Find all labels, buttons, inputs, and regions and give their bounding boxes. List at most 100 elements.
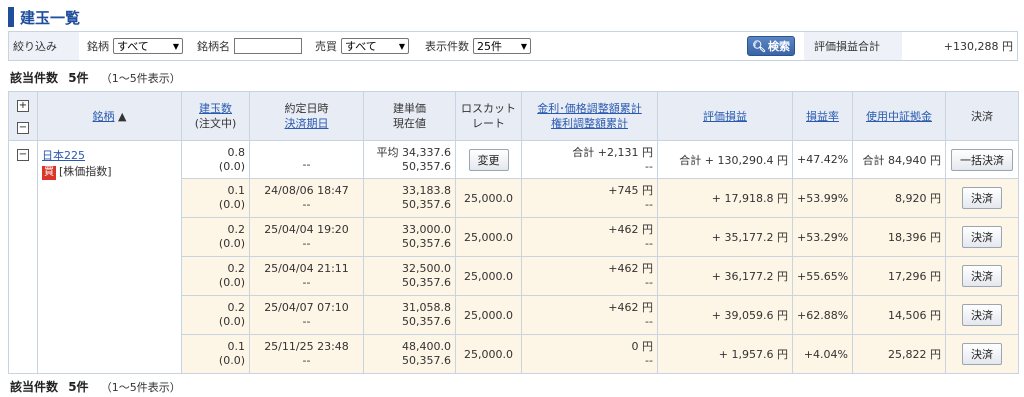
row-settle-cell: 決済 [945,334,1019,374]
count-label: 該当件数 [10,71,59,85]
display-count-filter: 表示件数 25件 ▼ [425,32,531,60]
row-price: 32,500.0 50,357.6 [363,256,456,296]
search-button-label: 検索 [767,40,790,53]
current-price: 50,357.6 [402,354,451,367]
trade-date: 24/08/06 18:47 [264,184,349,197]
display-count-select[interactable]: 25件 ▼ [473,38,531,54]
due-date: -- [302,198,311,211]
row-qty: 0.2 (0.0) [181,295,250,335]
row-pl: + 35,177.2 円 [657,217,793,257]
settle-button[interactable]: 決済 [962,265,1002,287]
adj-value: +745 円 [608,184,653,197]
summary-plrate: +47.42% [792,140,853,179]
sort-pl-link[interactable]: 評価損益 [703,110,747,123]
brand-select[interactable]: すべて ▼ [113,38,183,54]
sort-due-link[interactable]: 決済期日 [285,117,329,130]
header-qty-sub: (注文中) [194,117,237,130]
sort-rights-link[interactable]: 権利調整額累計 [551,117,628,130]
row-date: 25/04/04 21:11 -- [249,256,364,296]
current-price: 50,357.6 [402,276,451,289]
current-price: 50,357.6 [402,315,451,328]
row-plrate: +62.88% [792,295,853,335]
row-plrate: +4.04% [792,334,853,374]
collapse-all-icon[interactable]: − [17,122,29,134]
sort-brand-link[interactable]: 銘柄 [93,110,115,123]
qty-pending: (0.0) [218,237,245,250]
qty-pending: (0.0) [218,198,245,211]
qty-value: 0.2 [227,223,246,236]
total-pl-label: 評価損益合計 [804,32,902,60]
result-count-top: 該当件数 5件 （1～5件表示） [10,69,181,86]
row-pl: + 39,059.6 円 [657,295,793,335]
sort-up-icon: ▲ [118,109,127,123]
collapse-icon[interactable]: − [17,149,29,161]
search-area: 🔍︎ 検索 [747,32,795,60]
summary-price: 平均 34,337.6 50,357.6 [363,140,456,179]
brand-name-filter: 銘柄名 [197,32,302,60]
count-value: 5件 [68,380,89,394]
settle-button[interactable]: 決済 [962,187,1002,209]
rights-value: -- [645,354,653,367]
qty-value: 0.2 [227,262,246,275]
row-plrate: +55.65% [792,256,853,296]
row-date: 25/11/25 23:48 -- [249,334,364,374]
header-rate-label: レート [472,117,505,130]
filter-label: 絞り込み [9,32,79,60]
search-button[interactable]: 🔍︎ 検索 [747,36,795,56]
row-losscut: 25,000.0 [455,178,522,218]
sort-adjustment-link[interactable]: 金利･価格調整額累計 [537,102,642,115]
current-price: 50,357.6 [402,198,451,211]
row-losscut: 25,000.0 [455,217,522,257]
row-settle-cell: 決済 [945,217,1019,257]
count-value: 5件 [68,71,89,85]
row-adjustment: +462 円 -- [521,256,658,296]
brand-cell: 日本225 買 [株価指数] [37,140,182,374]
rights-value: -- [645,198,653,211]
brand-link[interactable]: 日本225 [42,149,85,162]
sort-margin-link[interactable]: 使用中証拠金 [866,110,932,123]
row-date: 25/04/07 07:10 -- [249,295,364,335]
row-date: 25/04/04 19:20 -- [249,217,364,257]
trade-date: 25/04/07 07:10 [264,301,349,314]
sort-plrate-link[interactable]: 損益率 [806,110,839,123]
expand-all-icon[interactable]: + [17,100,29,112]
row-margin: 8,920 円 [852,178,946,218]
row-settle-cell: 決済 [945,178,1019,218]
settle-button[interactable]: 決済 [962,343,1002,365]
due-date: -- [302,354,311,367]
header-current-label: 現在値 [393,117,426,130]
table-header-row: + − 銘柄 ▲ 建玉数 (注文中) 約定日時 決済期日 建単価 現在値 ロスカ… [8,91,1019,141]
row-margin: 17,296 円 [852,256,946,296]
settle-all-button[interactable]: 一括決済 [951,148,1013,171]
rights-value: -- [645,315,653,328]
brand-name-input[interactable] [234,38,302,54]
summary-qty-value: 0.8 [227,145,246,159]
summary-current-price: 50,357.6 [402,159,451,173]
qty-pending: (0.0) [218,276,245,289]
row-adjustment: +462 円 -- [521,295,658,335]
adj-value: 0 円 [631,340,654,353]
entry-price: 33,000.0 [402,223,451,236]
row-plrate: +53.29% [792,217,853,257]
settle-button[interactable]: 決済 [962,304,1002,326]
header-losscut-label: ロスカット [461,102,516,115]
rights-value: -- [645,276,653,289]
positions-table: + − 銘柄 ▲ 建玉数 (注文中) 約定日時 決済期日 建単価 現在値 ロスカ… [8,91,1019,374]
sort-qty-link[interactable]: 建玉数 [199,102,232,115]
result-count-bottom: 該当件数 5件 （1～5件表示） [10,378,181,395]
due-date: -- [302,276,311,289]
change-button[interactable]: 変更 [468,148,509,171]
brand-filter: 銘柄 すべて ▼ [87,32,183,60]
buysell-filter: 売買 すべて ▼ [315,32,409,60]
display-count-label: 表示件数 [425,40,469,53]
row-qty: 0.2 (0.0) [181,256,250,296]
row-pl: + 1,957.6 円 [657,334,793,374]
qty-value: 0.1 [227,184,246,197]
settle-button[interactable]: 決済 [962,226,1002,248]
header-qty: 建玉数 (注文中) [181,91,250,141]
chevron-down-icon: ▼ [398,41,405,51]
entry-price: 48,400.0 [402,340,451,353]
chevron-down-icon: ▼ [172,41,179,51]
buysell-select[interactable]: すべて ▼ [341,38,409,54]
row-qty: 0.2 (0.0) [181,217,250,257]
